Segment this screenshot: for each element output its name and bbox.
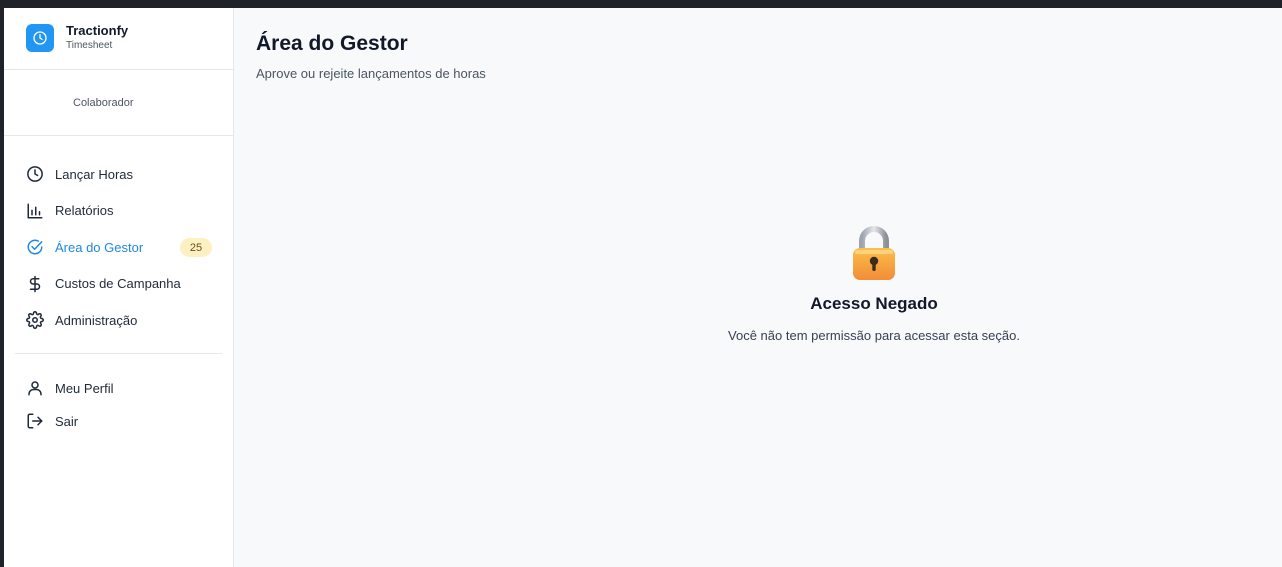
access-denied-title: Acesso Negado — [810, 294, 938, 313]
sidebar-item-administracao[interactable]: Administração — [4, 302, 233, 339]
sidebar-item-label: Custos de Campanha — [55, 276, 181, 292]
page-title: Área do Gestor — [256, 32, 408, 55]
sidebar-item-custos-de-campanha[interactable]: Custos de Campanha — [4, 266, 233, 303]
nav-divider — [15, 352, 222, 354]
sidebar-item-label: Meu Perfil — [55, 380, 114, 396]
main-content: Área do Gestor Aprove ou rejeite lançame… — [234, 8, 1282, 567]
user-role-panel: Colaborador — [4, 70, 233, 136]
clock-icon — [26, 165, 44, 183]
lock-icon — [853, 226, 895, 280]
sidebar-item-label: Lançar Horas — [55, 166, 134, 182]
access-denied-panel: Acesso Negado Você não tem permissão par… — [674, 226, 1074, 343]
brand-header: Tractionfy Timesheet — [4, 8, 233, 70]
page-subtitle: Aprove ou rejeite lançamentos de horas — [256, 66, 486, 81]
check-circle-icon — [26, 238, 44, 256]
app-window: Tractionfy Timesheet Colaborador Lançar … — [4, 8, 1282, 567]
logout-icon — [26, 412, 44, 430]
sidebar-item-lancar-horas[interactable]: Lançar Horas — [4, 156, 233, 193]
dollar-icon — [26, 275, 44, 293]
user-role: Colaborador — [73, 96, 134, 109]
sidebar-item-meu-perfil[interactable]: Meu Perfil — [4, 372, 233, 405]
brand-name: Tractionfy — [66, 23, 129, 38]
sidebar: Tractionfy Timesheet Colaborador Lançar … — [4, 8, 234, 567]
account-nav: Meu Perfil Sair — [4, 372, 233, 438]
sidebar-item-area-do-gestor[interactable]: Área do Gestor 25 — [4, 229, 233, 266]
sidebar-item-label: Relatórios — [55, 203, 114, 219]
access-denied-message: Você não tem permissão para acessar esta… — [728, 328, 1020, 343]
user-icon — [26, 379, 44, 397]
gear-icon — [26, 311, 44, 330]
sidebar-item-label: Administração — [55, 312, 138, 328]
brand-subtitle: Timesheet — [66, 40, 113, 51]
pending-count-badge: 25 — [180, 238, 212, 257]
sidebar-item-label: Sair — [55, 413, 79, 429]
sidebar-item-relatorios[interactable]: Relatórios — [4, 193, 233, 230]
clock-icon — [26, 23, 54, 52]
main-nav: Lançar Horas Relatórios Área do Gestor 2… — [4, 136, 233, 438]
sidebar-item-sair[interactable]: Sair — [4, 405, 233, 438]
sidebar-item-label: Área do Gestor — [55, 239, 144, 255]
bar-chart-icon — [26, 202, 44, 220]
